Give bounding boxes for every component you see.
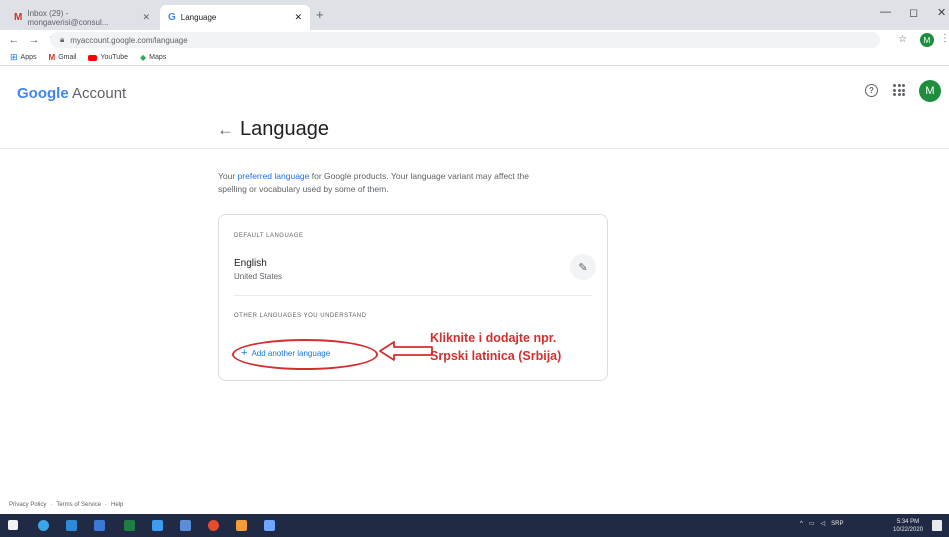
app-icon[interactable] — [152, 520, 163, 531]
brand-account: Account — [72, 85, 127, 102]
google-apps-icon[interactable] — [893, 84, 905, 96]
bookmarks-bar: ⊞ Apps M Gmail YouTube ◆ Maps — [0, 50, 949, 66]
input-language[interactable]: SRP — [831, 521, 843, 527]
tab-label: Language — [180, 13, 217, 22]
new-tab-button[interactable]: + — [316, 7, 324, 22]
clock-date: 10/22/2020 — [893, 527, 924, 533]
help-link[interactable]: Help — [111, 502, 123, 508]
app-header: Google Account ? M — [0, 66, 949, 121]
lock-icon: 🔒︎ — [60, 35, 65, 44]
edge-icon[interactable] — [38, 520, 49, 531]
bookmark-star-icon[interactable]: ☆ — [898, 34, 907, 45]
chrome-icon[interactable] — [208, 520, 219, 531]
bookmark-label: Maps — [149, 54, 167, 61]
bookmark-label: YouTube — [100, 54, 128, 61]
default-language-label: DEFAULT LANGUAGE — [234, 233, 304, 239]
pencil-icon: ✎ — [578, 261, 588, 274]
clock-time: 5:34 PM — [896, 519, 920, 525]
tab-label: Inbox (29) - mongaverisi@consul... — [27, 8, 109, 27]
gmail-icon: M — [48, 53, 56, 62]
volume-icon[interactable]: ◁ — [821, 520, 826, 527]
footer-separator: · — [105, 502, 108, 508]
help-icon[interactable]: ? — [865, 84, 878, 97]
tab-inbox[interactable]: M Inbox (29) - mongaverisi@consul... ✕ — [6, 5, 158, 30]
gmail-icon: M — [14, 12, 23, 23]
excel-icon[interactable] — [124, 520, 135, 531]
page-footer: Privacy Policy · Terms of Service · Help — [9, 502, 123, 508]
app-icon[interactable] — [264, 520, 275, 531]
file-explorer-icon[interactable] — [180, 520, 191, 531]
network-icon[interactable]: ▭ — [809, 520, 815, 527]
header-divider — [0, 148, 949, 149]
store-icon[interactable] — [66, 520, 77, 531]
default-language-region: United States — [234, 272, 283, 281]
preferred-language-link[interactable]: preferred language — [238, 171, 310, 181]
forward-icon[interactable]: → — [28, 34, 40, 46]
youtube-icon — [88, 54, 98, 61]
page-description: Your preferred language for Google produ… — [218, 170, 558, 196]
footer-separator: · — [50, 502, 53, 508]
bookmark-gmail[interactable]: M Gmail — [49, 53, 77, 62]
account-avatar[interactable]: M — [919, 80, 941, 102]
brand-google: Google — [17, 85, 69, 102]
annotation-text: Kliknite i dodajte npr. Srpski latinica … — [430, 329, 561, 365]
windows-start-icon[interactable] — [8, 520, 18, 530]
annotation-arrow — [379, 341, 433, 361]
back-arrow-icon[interactable]: ← — [217, 120, 234, 140]
notification-icon[interactable] — [932, 520, 942, 531]
terms-of-service-link[interactable]: Terms of Service — [56, 502, 101, 508]
url-text: myaccount.google.com/language — [70, 35, 188, 45]
browser-menu-icon[interactable]: ⋮ — [940, 33, 949, 44]
minimize-icon[interactable]: — — [880, 6, 891, 18]
browser-toolbar: ← → ↻ 🔒︎ myaccount.google.com/language ☆… — [0, 30, 949, 50]
bookmark-label: Apps — [20, 54, 37, 61]
annotation-line-2: Srpski latinica (Srbija) — [430, 349, 562, 363]
tab-language[interactable]: G Language ✕ — [160, 5, 310, 30]
maximize-icon[interactable]: ◻ — [909, 6, 918, 19]
privacy-policy-link[interactable]: Privacy Policy — [9, 502, 46, 508]
close-tab-icon[interactable]: ✕ — [142, 12, 150, 23]
back-icon[interactable]: ← — [8, 34, 20, 46]
annotation-line-1: Kliknite i dodajte npr. — [430, 331, 557, 345]
maps-icon: ◆ — [139, 53, 147, 62]
profile-avatar[interactable]: M — [920, 33, 934, 47]
bookmark-youtube[interactable]: YouTube — [88, 54, 128, 61]
card-divider — [234, 295, 592, 296]
close-window-icon[interactable]: ✕ — [937, 6, 946, 19]
desc-text: Your — [218, 171, 238, 181]
close-tab-icon[interactable]: ✕ — [294, 12, 302, 23]
windows-taskbar: ^ ▭ ◁ SRP 5:34 PM 10/22/2020 — [0, 514, 949, 537]
annotation-ellipse — [232, 339, 378, 370]
browser-tab-strip: M Inbox (29) - mongaverisi@consul... ✕ G… — [0, 0, 949, 30]
apps-grid-icon: ⊞ — [10, 52, 18, 62]
word-icon[interactable] — [94, 520, 105, 531]
bookmark-apps[interactable]: ⊞ Apps — [10, 52, 37, 63]
bookmark-label: Gmail — [58, 54, 77, 61]
tray-chevron-icon[interactable]: ^ — [800, 521, 803, 527]
app-icon[interactable] — [236, 520, 247, 531]
google-account-logo[interactable]: Google Account — [17, 85, 126, 102]
page-title: Language — [240, 118, 329, 140]
taskbar-clock[interactable]: 5:34 PM 10/22/2020 — [893, 518, 923, 534]
other-languages-label: OTHER LANGUAGES YOU UNDERSTAND — [234, 313, 367, 319]
default-language-name: English — [234, 258, 267, 269]
bookmark-maps[interactable]: ◆ Maps — [140, 53, 166, 62]
edit-language-button[interactable]: ✎ — [570, 254, 596, 280]
address-bar[interactable]: 🔒︎ myaccount.google.com/language — [50, 32, 880, 48]
google-icon: G — [168, 12, 176, 23]
system-tray: ^ ▭ ◁ SRP — [800, 520, 843, 528]
